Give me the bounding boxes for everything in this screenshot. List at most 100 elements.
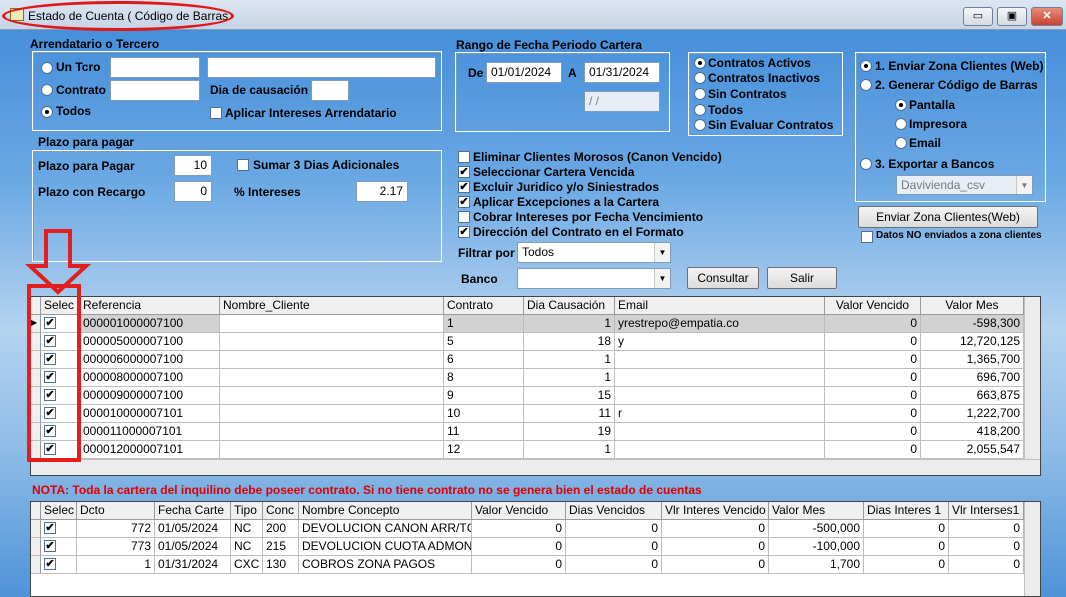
cell-dia-causacion: 18 bbox=[524, 333, 615, 351]
col2-vlr-int[interactable]: Vlr Interes Vencido bbox=[662, 502, 769, 520]
table-row-selec[interactable]: ✔ bbox=[41, 538, 77, 556]
col2-vlr-int1[interactable]: Vlr Interses1 bbox=[949, 502, 1024, 520]
radio-contratos-todos[interactable] bbox=[694, 104, 706, 116]
cell-dia-causacion: 19 bbox=[524, 423, 615, 441]
plazo-pagar-input[interactable]: 10 bbox=[174, 155, 212, 176]
un-tcro-input[interactable] bbox=[110, 57, 200, 78]
col-dia-causacion[interactable]: Dia Causación bbox=[524, 297, 615, 315]
col-referencia[interactable]: Referencia bbox=[80, 297, 220, 315]
col-valor-mes[interactable]: Valor Mes bbox=[921, 297, 1024, 315]
cell-tipo: CXC bbox=[231, 556, 263, 574]
cell-fecha: 01/05/2024 bbox=[155, 538, 231, 556]
filtrar-select[interactable]: Todos ▼ bbox=[517, 242, 671, 263]
radio-generar-codigo[interactable] bbox=[860, 79, 872, 91]
checkbox-aplicar-excepciones[interactable]: ✔ bbox=[458, 196, 470, 208]
label-cartera-vencida: Seleccionar Cartera Vencida bbox=[473, 165, 635, 179]
checkbox-cartera-vencida[interactable]: ✔ bbox=[458, 166, 470, 178]
grid2-vscrollbar[interactable] bbox=[1024, 502, 1040, 596]
intereses-input[interactable]: 2.17 bbox=[356, 181, 408, 202]
table-row-selec[interactable]: ✔ bbox=[41, 520, 77, 538]
col2-fecha[interactable]: Fecha Carte bbox=[155, 502, 231, 520]
fecha-hasta-input[interactable]: 01/31/2024 bbox=[584, 62, 660, 83]
checkbox-aplicar-intereses[interactable] bbox=[210, 107, 222, 119]
cell-tipo: NC bbox=[231, 520, 263, 538]
cell-referencia: 000009000007100 bbox=[80, 387, 220, 405]
minimize-button[interactable]: ▭ bbox=[963, 7, 993, 26]
checkbox-sumar-dias[interactable] bbox=[237, 159, 249, 171]
radio-exportar-bancos[interactable] bbox=[860, 158, 872, 170]
grid1-vscrollbar[interactable] bbox=[1024, 297, 1040, 459]
grid2-corner bbox=[31, 502, 41, 520]
fecha-extra-input[interactable]: / / bbox=[584, 91, 660, 112]
row-checkbox[interactable]: ✔ bbox=[44, 522, 56, 534]
contracts-grid: Selec Referencia Nombre_Cliente Contrato… bbox=[30, 296, 1041, 476]
col2-tipo[interactable]: Tipo bbox=[231, 502, 263, 520]
radio-contratos-activos[interactable] bbox=[694, 57, 706, 69]
checkbox-direccion-contrato[interactable]: ✔ bbox=[458, 226, 470, 238]
cell-nombre-cliente bbox=[220, 369, 444, 387]
cell-vlr-interes: 0 bbox=[662, 556, 769, 574]
checkbox-cobrar-intereses[interactable] bbox=[458, 211, 470, 223]
banco-select[interactable]: ▼ bbox=[517, 268, 671, 289]
checkbox-excluir-juridico[interactable]: ✔ bbox=[458, 181, 470, 193]
col2-vencido[interactable]: Valor Vencido bbox=[472, 502, 566, 520]
salir-button[interactable]: Salir bbox=[767, 267, 837, 289]
col-contrato[interactable]: Contrato bbox=[444, 297, 524, 315]
plazo-recargo-input[interactable]: 0 bbox=[174, 181, 212, 202]
col-nombre-cliente[interactable]: Nombre_Cliente bbox=[220, 297, 444, 315]
cartera-grid: Selec Dcto Fecha Carte Tipo Conc Nombre … bbox=[30, 501, 1041, 597]
enviar-zona-clientes-button[interactable]: Enviar Zona Clientes(Web) bbox=[858, 206, 1038, 228]
row-checkbox[interactable]: ✔ bbox=[44, 540, 56, 552]
label-contratos-todos: Todos bbox=[708, 103, 744, 117]
radio-un-tcro[interactable] bbox=[41, 62, 53, 74]
label-datos-no-enviados: Datos NO enviados a zona clientes bbox=[876, 230, 1042, 241]
maximize-button[interactable]: ▣ bbox=[997, 7, 1027, 26]
checkbox-datos-no-enviados[interactable] bbox=[861, 231, 873, 243]
cell-dia-causacion: 1 bbox=[524, 315, 615, 333]
nota-warning: NOTA: Toda la cartera del inquilino debe… bbox=[32, 483, 702, 497]
col2-mes[interactable]: Valor Mes bbox=[769, 502, 864, 520]
label-un-tcro: Un Tcro bbox=[56, 60, 101, 74]
grid1-hscrollbar[interactable] bbox=[31, 459, 1040, 475]
banco-export-select[interactable]: Davivienda_csv ▼ bbox=[896, 175, 1033, 195]
col2-conc[interactable]: Conc bbox=[263, 502, 299, 520]
col2-nombre[interactable]: Nombre Concepto bbox=[299, 502, 472, 520]
radio-contratos-inactivos[interactable] bbox=[694, 72, 706, 84]
radio-impresora[interactable] bbox=[895, 118, 907, 130]
radio-email[interactable] bbox=[895, 137, 907, 149]
radio-enviar-web[interactable] bbox=[860, 60, 872, 72]
radio-pantalla[interactable] bbox=[895, 99, 907, 111]
cell-valor-mes: 1,700 bbox=[769, 556, 864, 574]
cell-valor-vencido: 0 bbox=[825, 423, 921, 441]
cell-valor-vencido: 0 bbox=[825, 351, 921, 369]
col2-selec[interactable]: Selec bbox=[41, 502, 77, 520]
radio-todos[interactable] bbox=[41, 106, 53, 118]
cell-conc: 200 bbox=[263, 520, 299, 538]
dia-causacion-input[interactable] bbox=[311, 80, 349, 101]
radio-sin-evaluar[interactable] bbox=[694, 119, 706, 131]
col2-dias[interactable]: Dias Vencidos bbox=[566, 502, 662, 520]
checkbox-eliminar-morosos[interactable] bbox=[458, 151, 470, 163]
close-button[interactable]: ✕ bbox=[1031, 7, 1063, 26]
col-valor-vencido[interactable]: Valor Vencido bbox=[825, 297, 921, 315]
consultar-button[interactable]: Consultar bbox=[687, 267, 759, 289]
label-exportar-bancos: 3. Exportar a Bancos bbox=[875, 157, 995, 171]
contrato-input[interactable] bbox=[110, 80, 200, 101]
cell-contrato: 9 bbox=[444, 387, 524, 405]
col2-dias-int[interactable]: Dias Interes 1 bbox=[864, 502, 949, 520]
fecha-desde-input[interactable]: 01/01/2024 bbox=[486, 62, 562, 83]
radio-sin-contratos[interactable] bbox=[694, 88, 706, 100]
table-row-selec[interactable]: ✔ bbox=[41, 556, 77, 574]
cell-valor-mes: 1,365,700 bbox=[921, 351, 1024, 369]
label-email: Email bbox=[909, 136, 942, 150]
selec-column-highlight bbox=[27, 284, 81, 462]
col2-dcto[interactable]: Dcto bbox=[77, 502, 155, 520]
tercero-name-input[interactable] bbox=[207, 57, 436, 78]
row-checkbox[interactable]: ✔ bbox=[44, 558, 56, 570]
col-email[interactable]: Email bbox=[615, 297, 825, 315]
row-indicator bbox=[31, 538, 41, 556]
cell-valor-mes: -598,300 bbox=[921, 315, 1024, 333]
radio-contrato[interactable] bbox=[41, 84, 53, 96]
label-a: A bbox=[568, 66, 577, 80]
cell-referencia: 000011000007101 bbox=[80, 423, 220, 441]
